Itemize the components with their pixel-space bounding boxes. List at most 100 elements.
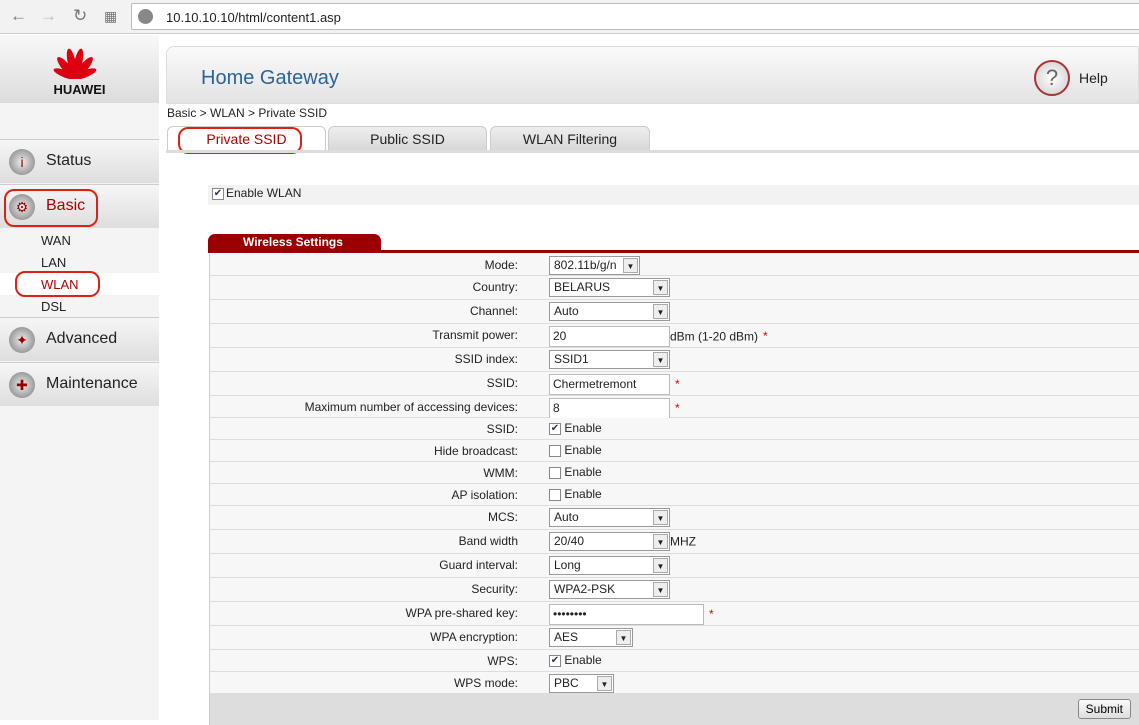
menu-maintenance[interactable]: ✚ Maintenance [0,362,159,406]
form-row: SSID: ✔ Enable [210,418,1139,440]
submenu-wan[interactable]: WAN [41,233,71,248]
menu-status[interactable]: i Status [0,139,159,183]
browser-toolbar: ← → ↻ ▦ 10.10.10.10/html/content1.asp [0,0,1139,34]
menu-advanced[interactable]: ✦ Advanced [0,317,159,361]
chevron-down-icon: ▼ [597,676,612,691]
guard-interval-select[interactable]: Long ▼ [549,556,670,575]
highlight-circle [15,271,100,297]
wpa-pre-shared-key-input[interactable]: •••••••• [549,604,704,625]
submenu-lan[interactable]: LAN [41,255,66,270]
form-row: Country: BELARUS ▼ [210,276,1139,300]
ssid-index-select[interactable]: SSID1 ▼ [549,350,670,369]
wmm-checkbox[interactable] [549,467,561,480]
wps-mode-select[interactable]: PBC ▼ [549,674,614,693]
field-label: Guard interval: [439,558,518,572]
security-select[interactable]: WPA2-PSK ▼ [549,580,670,599]
form-row: WPS mode: PBC ▼ [210,672,1139,694]
chevron-down-icon: ▼ [653,304,668,319]
status-icon: i [9,149,35,175]
form-row: WPA pre-shared key: •••••••• * [210,602,1139,626]
select-value: 20/40 [554,534,585,548]
ap-isolation-checkbox[interactable] [549,489,561,502]
field-label: WMM: [483,466,518,480]
submenu-dsl[interactable]: DSL [41,299,66,314]
form-row: MCS: Auto ▼ [210,506,1139,530]
field-label: SSID index: [454,352,518,366]
field-label: WPA encryption: [430,630,518,644]
form-row: Transmit power: 20 dBm (1-20 dBm) * [210,324,1139,348]
required-marker: * [675,376,680,391]
field-label: WPA pre-shared key: [405,606,519,620]
form-row: WPS: ✔ Enable [210,650,1139,672]
tab-public-ssid[interactable]: Public SSID [328,126,487,150]
form-row: Guard interval: Long ▼ [210,554,1139,578]
form-row: Mode: 802.11b/g/n ▼ [210,254,1139,276]
apps-icon[interactable]: ▦ [104,8,117,25]
country-select[interactable]: BELARUS ▼ [549,278,670,297]
select-value: Long [554,558,581,572]
field-label: AP isolation: [451,488,519,502]
ssid-checkbox[interactable]: ✔ [549,423,561,436]
chevron-down-icon: ▼ [623,258,638,273]
form-row: WPA encryption: AES ▼ [210,626,1139,650]
breadcrumb: Basic > WLAN > Private SSID [167,106,328,120]
forward-icon[interactable]: → [40,6,57,26]
highlight-circle [4,189,98,227]
huawei-logo-icon [53,48,97,79]
band-width-select[interactable]: 20/40 ▼ [549,532,670,551]
required-marker: * [763,328,768,343]
enable-wlan-label: Enable WLAN [226,185,302,200]
section-title: Wireless Settings [208,234,381,251]
ssid-input[interactable]: Chermetremont [549,374,670,395]
submit-button[interactable]: Submit [1077,699,1131,719]
tab-divider [166,150,1139,153]
tab-wlan-filtering[interactable]: WLAN Filtering [490,126,650,150]
field-label: Mode: [484,258,518,272]
select-value: Auto [554,304,579,318]
checkbox-label: Enable [564,486,602,501]
chevron-down-icon: ▼ [653,582,668,597]
advanced-icon: ✦ [9,327,35,353]
transmit-power-input[interactable]: 20 [549,326,670,347]
huawei-logo: HUAWEI [0,35,159,103]
form-row: SSID: Chermetremont * [210,372,1139,396]
hide-broadcast-checkbox[interactable] [549,445,561,458]
maximum-number-of-accessing-devices-input[interactable]: 8 [549,398,670,419]
wireless-settings-form: Mode: 802.11b/g/n ▼ Country: BELARUS ▼ Channel… [209,254,1139,725]
field-label: Maximum number of accessing devices: [304,400,518,414]
help-icon[interactable]: ? [1034,60,1070,96]
channel-select[interactable]: Auto ▼ [549,302,670,321]
chevron-down-icon: ▼ [616,630,631,645]
chevron-down-icon: ▼ [653,510,668,525]
mode-select[interactable]: 802.11b/g/n ▼ [549,256,640,275]
checkbox-label: Enable [564,420,602,435]
address-bar[interactable]: 10.10.10.10/html/content1.asp [131,3,1139,30]
checkbox-label: Enable [564,464,602,479]
form-row: WMM: Enable [210,462,1139,484]
field-label: Security: [471,582,518,596]
select-value: AES [554,630,579,644]
form-row: Hide broadcast: Enable [210,440,1139,462]
field-label: SSID: [486,422,518,436]
mcs-select[interactable]: Auto ▼ [549,508,670,527]
wps-checkbox[interactable]: ✔ [549,655,561,668]
enable-wlan-checkbox[interactable]: ✔ [212,188,224,201]
field-label: Hide broadcast: [433,444,518,458]
menu-label: Maintenance [46,375,138,392]
reload-icon[interactable]: ↻ [73,6,87,26]
select-value: Auto [554,510,579,524]
form-row: SSID index: SSID1 ▼ [210,348,1139,372]
back-icon[interactable]: ← [10,6,27,26]
select-value: WPA2-PSK [554,582,616,596]
wpa-encryption-select[interactable]: AES ▼ [549,628,633,647]
form-row: Channel: Auto ▼ [210,300,1139,324]
select-value: SSID1 [554,352,589,366]
help-link[interactable]: Help [1079,70,1108,86]
field-suffix: dBm (1-20 dBm) [670,329,759,344]
field-label: SSID: [486,376,518,390]
field-label: Country: [472,280,518,294]
checkbox-label: Enable [564,442,602,457]
checkbox-label: Enable [564,652,602,667]
sidebar: HUAWEI i Status ⚙ Basic WAN LAN WLAN DSL ✦… [0,35,159,720]
select-value: 802.11b/g/n [554,258,617,272]
